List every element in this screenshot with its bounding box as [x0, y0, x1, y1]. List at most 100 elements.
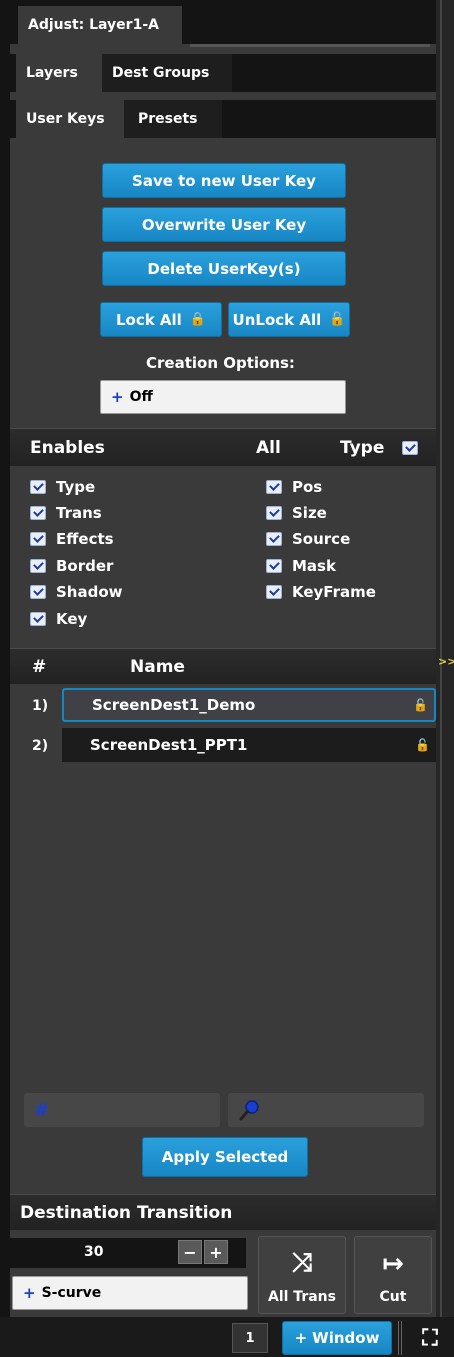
unlock-icon[interactable]: 🔓 — [413, 698, 428, 712]
apply-selected-button[interactable]: Apply Selected — [142, 1137, 308, 1177]
checkbox[interactable] — [266, 585, 282, 599]
enable-label: Source — [292, 530, 351, 548]
divider — [398, 1321, 402, 1355]
enable-label: Size — [292, 504, 327, 522]
duration-value: 30 — [84, 1244, 104, 1260]
unlock-icon[interactable]: 🔓 — [415, 738, 430, 752]
creation-options-value: Off — [129, 389, 153, 405]
table-row[interactable]: ScreenDest1_PPT1 🔓 — [62, 728, 436, 762]
search-input[interactable] — [228, 1093, 424, 1127]
lock-icon: 🔒 — [189, 312, 207, 327]
save-new-user-key-button[interactable]: Save to new User Key — [102, 163, 346, 198]
checkbox[interactable] — [30, 480, 46, 494]
col-name-header[interactable]: Name — [130, 657, 185, 677]
all-trans-label: All Trans — [268, 1289, 336, 1305]
enable-mask[interactable]: Mask — [266, 557, 336, 575]
enable-border[interactable]: Border — [30, 557, 113, 575]
enable-key[interactable]: Key — [30, 610, 87, 628]
tab-dest-groups[interactable]: Dest Groups — [102, 54, 232, 92]
row-number: 2) — [32, 738, 49, 754]
tab-presets-label: Presets — [138, 111, 198, 127]
enable-source[interactable]: Source — [266, 530, 350, 548]
cut-button[interactable]: ↦ Cut — [354, 1236, 432, 1314]
lock-all-button[interactable]: Lock All 🔒 — [100, 302, 222, 337]
cut-arrow-icon: ↦ — [382, 1249, 404, 1279]
expand-indicator[interactable]: >> — [438, 655, 454, 668]
tab-presets[interactable]: Presets — [124, 100, 222, 138]
checkbox[interactable] — [30, 532, 46, 546]
enable-shadow[interactable]: Shadow — [30, 583, 123, 601]
delete-user-key-button[interactable]: Delete UserKey(s) — [102, 251, 346, 286]
divider — [440, 0, 442, 1357]
page-number[interactable]: 1 — [232, 1323, 268, 1353]
checkbox[interactable] — [30, 585, 46, 599]
number-filter-input[interactable]: # — [24, 1093, 220, 1127]
enable-label: Type — [56, 478, 96, 496]
duration-decrement-button[interactable]: − — [178, 1240, 202, 1264]
checkbox[interactable] — [266, 559, 282, 573]
curve-value: S-curve — [41, 1285, 102, 1301]
enable-label: Border — [56, 557, 114, 575]
panel-title-tab[interactable]: Adjust: Layer1-A — [18, 6, 182, 44]
search-icon — [239, 1100, 259, 1121]
enable-trans[interactable]: Trans — [30, 504, 102, 522]
unlock-icon: 🔓 — [329, 312, 346, 327]
window-button[interactable]: + Window — [282, 1321, 392, 1355]
list-header: # Name — [10, 648, 436, 684]
destination-transition-header: Destination Transition — [10, 1194, 436, 1230]
enable-size[interactable]: Size — [266, 504, 327, 522]
cut-label: Cut — [379, 1289, 407, 1305]
row-number: 1) — [32, 698, 49, 714]
window-label: Window — [312, 1329, 380, 1347]
checkbox[interactable] — [266, 506, 282, 520]
side-strip: >> — [436, 0, 454, 1357]
creation-options-dropdown[interactable]: + Off — [100, 380, 346, 414]
enable-label: Pos — [292, 478, 323, 496]
top-tabstrip: Layers Dest Groups — [10, 54, 436, 92]
overwrite-user-key-button[interactable]: Overwrite User Key — [102, 207, 346, 242]
checkbox[interactable] — [266, 532, 282, 546]
plus-icon: + — [111, 388, 124, 406]
destination-transition-title: Destination Transition — [20, 1203, 233, 1223]
type-master-checkbox[interactable] — [402, 441, 418, 455]
fullscreen-icon[interactable]: ⛶ — [412, 1321, 448, 1355]
enable-label: Key — [56, 610, 88, 628]
plus-icon: + — [294, 1329, 308, 1347]
checkbox[interactable] — [30, 559, 46, 573]
shuffle-icon: ⤨ — [291, 1248, 313, 1278]
col-num-header: # — [32, 657, 47, 677]
panel-title: Adjust: Layer1-A — [28, 17, 159, 33]
unlock-all-label: UnLock All — [232, 310, 322, 329]
checkbox[interactable] — [30, 506, 46, 520]
tab-layers[interactable]: Layers — [16, 54, 102, 92]
curve-dropdown[interactable]: + S-curve — [12, 1276, 248, 1310]
enables-title: Enables — [30, 438, 105, 458]
tab-user-keys[interactable]: User Keys — [16, 100, 124, 138]
hash-symbol: # — [34, 1099, 50, 1121]
enable-label: Mask — [292, 557, 336, 575]
tab-user-keys-label: User Keys — [26, 111, 105, 127]
enable-keyframe[interactable]: KeyFrame — [266, 583, 376, 601]
all-trans-button[interactable]: ⤨ All Trans — [258, 1236, 346, 1314]
row-name: ScreenDest1_PPT1 — [90, 736, 248, 754]
title-underline — [190, 44, 430, 47]
checkbox[interactable] — [266, 480, 282, 494]
plus-icon: + — [23, 1284, 36, 1302]
enable-type[interactable]: Type — [30, 478, 95, 496]
checkbox[interactable] — [30, 612, 46, 626]
enable-label: Effects — [56, 530, 114, 548]
unlock-all-button[interactable]: UnLock All 🔓 — [228, 302, 350, 337]
title-tabstrip: Adjust: Layer1-A — [10, 0, 436, 47]
tab-dest-groups-label: Dest Groups — [112, 65, 210, 81]
enable-pos[interactable]: Pos — [266, 478, 322, 496]
duration-increment-button[interactable]: + — [204, 1240, 228, 1264]
enable-effects[interactable]: Effects — [30, 530, 114, 548]
enables-type-label: Type — [340, 438, 385, 458]
enable-label: Shadow — [56, 583, 123, 601]
table-row[interactable]: ScreenDest1_Demo 🔓 — [62, 688, 436, 722]
enable-label: KeyFrame — [292, 583, 376, 601]
enables-header: Enables All Type — [10, 428, 436, 466]
enables-all-label[interactable]: All — [256, 438, 281, 458]
footer-bar: 1 + Window ⛶ — [0, 1317, 454, 1357]
user-keys-panel: Adjust: Layer1-A Layers Dest Groups User… — [10, 0, 436, 1357]
